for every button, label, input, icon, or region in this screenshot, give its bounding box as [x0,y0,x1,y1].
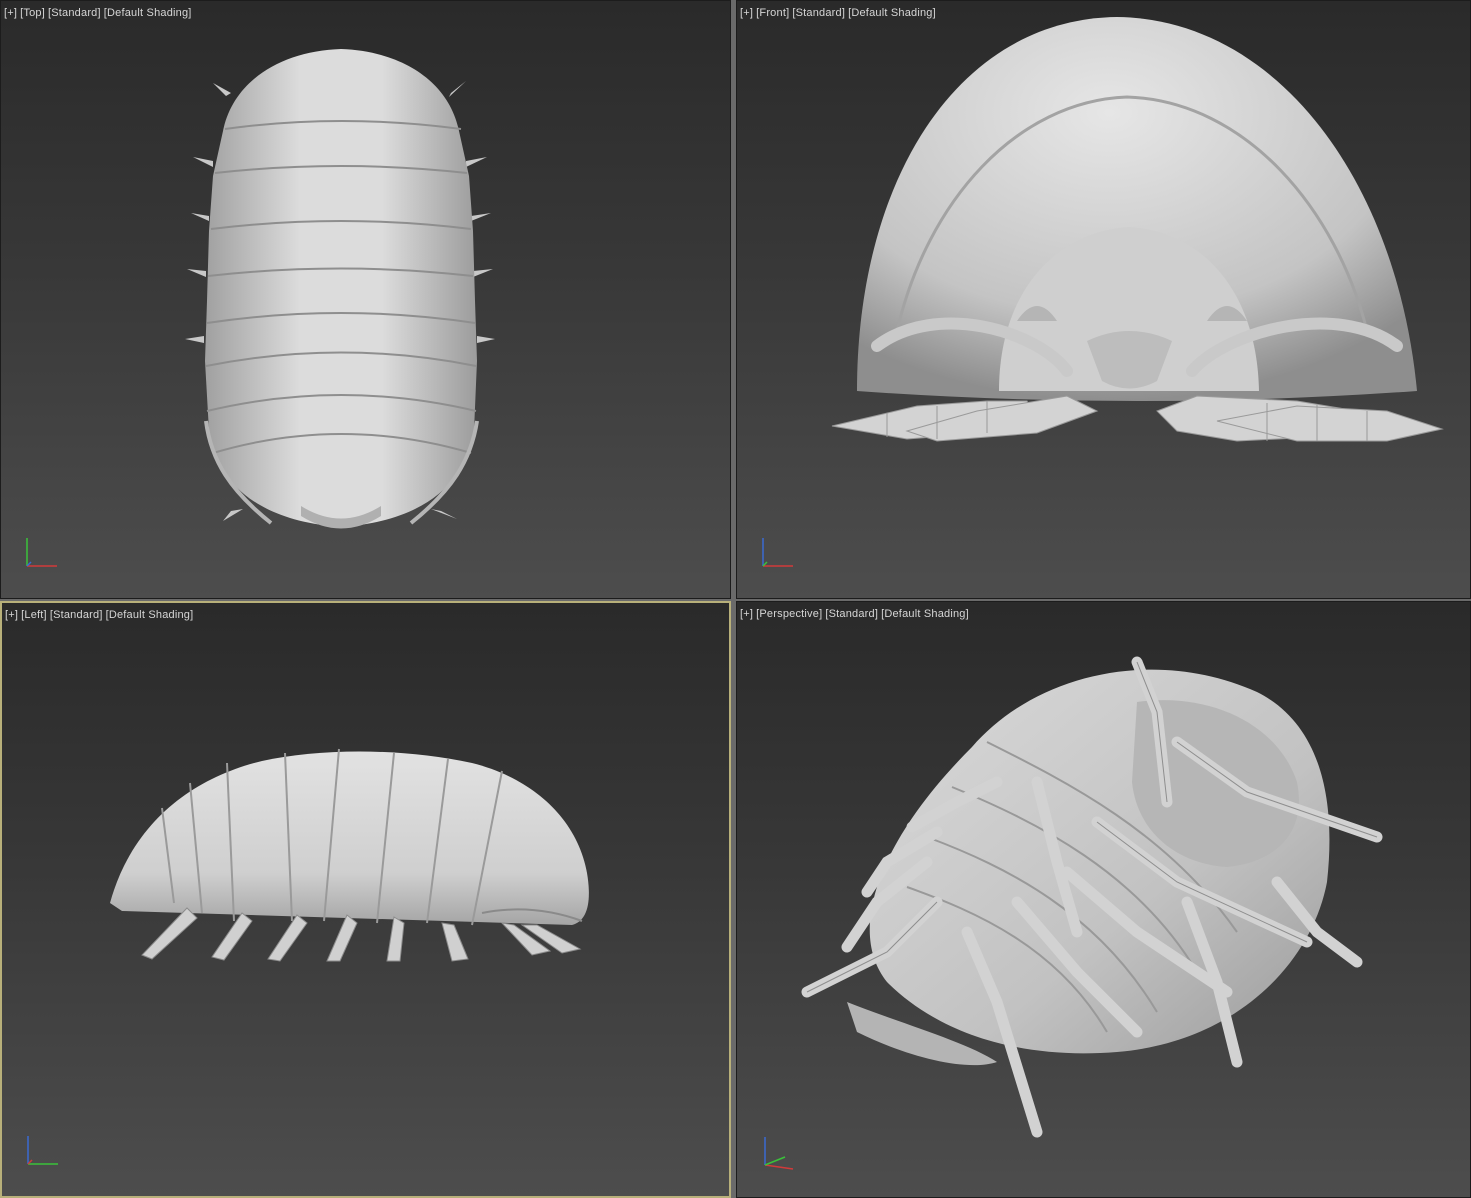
model-render-perspective [801,656,1383,1138]
axis-gizmo-top [26,538,57,567]
axis-gizmo-perspective [764,1137,794,1170]
viewport-top[interactable]: [+] [Top] [Standard] [Default Shading] [0,0,731,599]
legs-front [831,395,1444,442]
model-render-front [831,17,1444,442]
viewport-front[interactable]: [+] [Front] [Standard] [Default Shading] [736,0,1471,599]
model-render-left [110,748,589,962]
model-render-top [185,49,495,529]
axis-gizmo-front [762,538,793,567]
viewport-perspective[interactable]: [+] [Perspective] [Standard] [Default Shadi… [736,601,1471,1198]
viewport-left[interactable]: [+] [Left] [Standard] [Default Shading] [0,601,731,1198]
axis-gizmo-left [27,1136,58,1165]
